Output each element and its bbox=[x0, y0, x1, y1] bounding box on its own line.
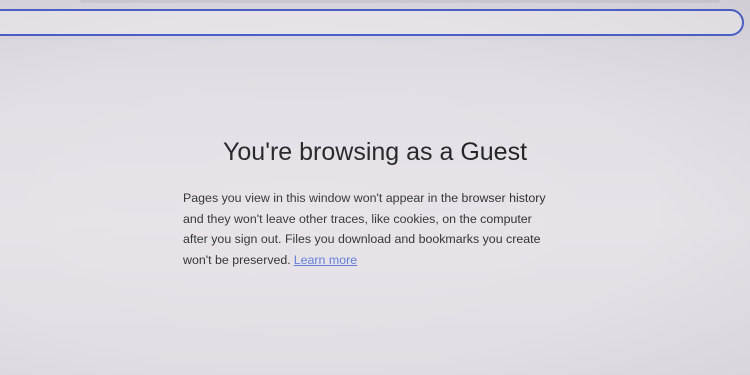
learn-more-link[interactable]: Learn more bbox=[294, 253, 357, 267]
address-input[interactable] bbox=[12, 15, 716, 33]
guest-description: Pages you view in this window won't appe… bbox=[183, 188, 603, 270]
description-line: after you sign out. Files you download a… bbox=[183, 232, 541, 246]
description-line-last: won't be preserved. Learn more bbox=[183, 250, 603, 271]
guest-mode-panel: You're browsing as a Guest Pages you vie… bbox=[183, 134, 603, 270]
browser-toolbar bbox=[0, 0, 750, 40]
description-line-text: won't be preserved. bbox=[183, 252, 291, 267]
page-title: You're browsing as a Guest bbox=[223, 138, 528, 166]
tab-strip-edge bbox=[80, 0, 720, 3]
omnibox[interactable] bbox=[0, 9, 744, 36]
description-line: and they won't leave other traces, like … bbox=[183, 211, 532, 226]
description-line: Pages you view in this window won't appe… bbox=[183, 191, 546, 205]
